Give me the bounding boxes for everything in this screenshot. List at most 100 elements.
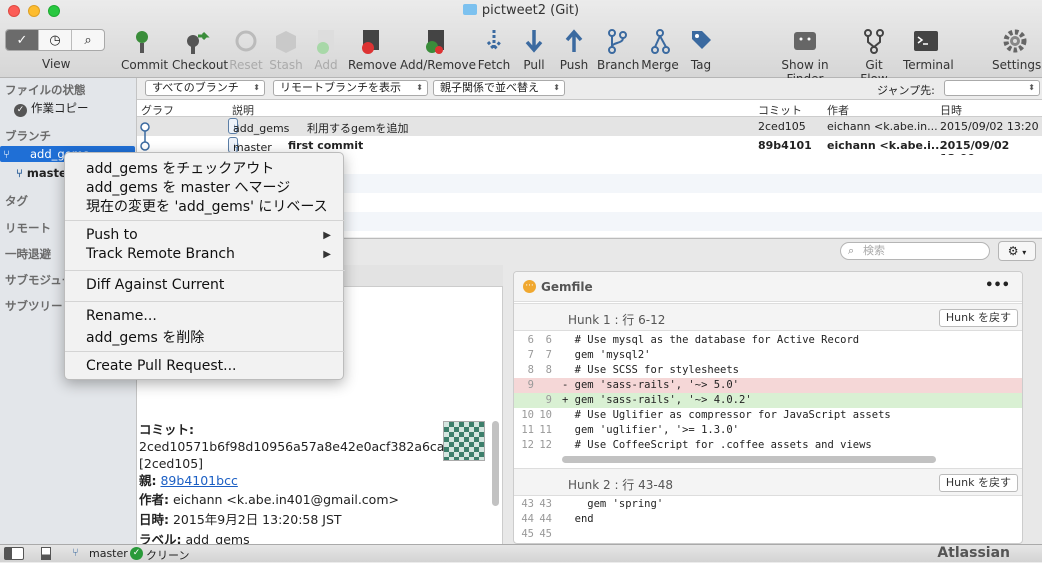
sidebar-header-remotes[interactable]: リモート xyxy=(5,220,51,236)
clock-icon[interactable]: ◷ xyxy=(39,30,72,50)
old-line-number: 11 xyxy=(521,424,534,436)
old-line-number: 7 xyxy=(527,349,534,361)
diff-line[interactable]: 88 # Use SCSS for stylesheets xyxy=(514,363,1022,378)
commit-short-hash: [2ced105] xyxy=(139,456,204,471)
old-line-number: 44 xyxy=(521,513,534,525)
file-list-scrollbar[interactable] xyxy=(492,421,499,506)
sidebar-header-tags[interactable]: タグ xyxy=(5,193,28,209)
remote-select[interactable]: リモートブランチを表示 ⬍ xyxy=(273,80,428,96)
branch-tag[interactable]: ⑂ master xyxy=(228,137,272,154)
atlassian-logo: Atlassian xyxy=(937,545,1010,561)
code-text: # Use CoffeeScript for .coffee assets an… xyxy=(562,439,872,451)
new-line-number: 7 xyxy=(545,349,552,361)
table-row[interactable]: ⑂ add_gems 利用するgemを追加 2ced105 eichann <k… xyxy=(137,117,1042,155)
fetch-button[interactable]: Fetch xyxy=(476,26,512,72)
checkmark-icon[interactable]: ✓ xyxy=(6,30,39,50)
diff-line[interactable]: 45 45 xyxy=(514,527,1022,542)
horizontal-scrollbar[interactable] xyxy=(562,456,936,463)
log-column-headers: グラフ 説明 コミット 作者 日時 xyxy=(137,100,1042,117)
sidebar-header-file-status: ファイルの状態 xyxy=(5,83,86,97)
options-button[interactable]: ⚙ ▾ xyxy=(998,241,1036,261)
file-modified-icon: ··· xyxy=(523,280,536,293)
menu-separator xyxy=(65,301,345,302)
branches-select[interactable]: すべてのブランチ ⬍ xyxy=(145,80,265,96)
menu-item-rebase[interactable]: 現在の変更を 'add_gems' にリベース xyxy=(86,196,328,216)
new-line-number: 43 xyxy=(539,498,552,510)
column-graph[interactable]: グラフ xyxy=(141,102,174,118)
branch-tag[interactable]: ⑂ add_gems xyxy=(228,118,289,135)
diff-line[interactable]: 12 12 # Use CoffeeScript for .coffee asse… xyxy=(514,438,1022,453)
tag-button[interactable]: Tag xyxy=(688,26,714,72)
sidebar-header-subtrees[interactable]: サブツリー xyxy=(5,298,63,314)
pull-button[interactable]: Pull xyxy=(519,26,549,72)
old-line-number: 6 xyxy=(527,334,534,346)
remove-icon xyxy=(348,26,394,56)
search-input[interactable]: ⌕ 検索 xyxy=(840,242,990,260)
view-segmented-control[interactable]: ✓ ◷ ⌕ xyxy=(5,29,105,51)
order-select[interactable]: 親子関係で並べ替え ⬍ xyxy=(433,80,565,96)
menu-item-rename[interactable]: Rename... xyxy=(86,308,157,324)
diff-line[interactable]: 10 10 # Use Uglifier as compressor for Ja… xyxy=(514,408,1022,423)
more-icon[interactable]: ••• xyxy=(985,278,1010,293)
window-title: pictweet2 (Git) xyxy=(0,3,1042,18)
menu-item-track-remote[interactable]: Track Remote Branch xyxy=(86,246,235,262)
search-icon[interactable]: ⌕ xyxy=(72,30,104,50)
diff-line[interactable]: 44 44 end xyxy=(514,512,1022,527)
remove-button[interactable]: Remove xyxy=(348,26,397,72)
add-button[interactable]: Add xyxy=(311,26,341,72)
show-in-finder-button[interactable]: Show in Finder xyxy=(763,26,847,86)
commit-info: コミット: 2ced10571b6f98d10956a57a8e42e0acf3… xyxy=(139,421,489,548)
sidebar-toggle-icon[interactable] xyxy=(4,547,24,560)
document-icon[interactable] xyxy=(41,547,51,560)
code-text: # Use SCSS for stylesheets xyxy=(562,364,740,376)
push-button[interactable]: Push xyxy=(558,26,590,72)
column-date[interactable]: 日時 xyxy=(940,102,962,118)
code-text: + gem 'sass-rails', '~> 4.0.2' xyxy=(562,394,752,406)
menu-item-diff-current[interactable]: Diff Against Current xyxy=(86,277,224,293)
folder-icon xyxy=(462,4,477,15)
column-author[interactable]: 作者 xyxy=(827,102,849,118)
diff-line[interactable]: 11 11 gem 'uglifier', '>= 1.3.0' xyxy=(514,423,1022,438)
terminal-button[interactable]: Terminal xyxy=(903,26,954,72)
reset-button[interactable]: Reset xyxy=(228,26,264,72)
checkout-button[interactable]: Checkout xyxy=(172,26,228,72)
old-line-number: 12 xyxy=(521,439,534,451)
discard-hunk-button[interactable]: Hunk を戻す xyxy=(938,309,1018,327)
diff-line[interactable]: 9 - gem 'sass-rails', '~> 5.0' xyxy=(514,378,1022,393)
stash-button[interactable]: Stash xyxy=(268,26,304,72)
search-icon: ⌕ xyxy=(848,244,855,257)
branch-icon: ⑂ xyxy=(72,546,79,559)
checkmark-icon: ✓ xyxy=(14,104,27,117)
parent-link[interactable]: 89b4101bcc xyxy=(160,473,237,488)
settings-button[interactable]: Settings xyxy=(992,26,1041,72)
menu-item-create-pr[interactable]: Create Pull Request... xyxy=(86,358,237,374)
hunk-title: Hunk 1 : 行 6-12 xyxy=(568,313,666,327)
diff-pane: ··· Gemfile ••• Hunk 1 : 行 6-12 Hunk を戻す… xyxy=(513,271,1023,544)
chevron-updown-icon: ⬍ xyxy=(1028,83,1035,92)
diff-line[interactable]: 66 # Use mysql as the database for Activ… xyxy=(514,333,1022,348)
sidebar-header-stash[interactable]: 一時退避 xyxy=(5,246,51,262)
menu-item-push-to[interactable]: Push to xyxy=(86,227,138,243)
menu-item-merge[interactable]: add_gems を master へマージ xyxy=(86,177,290,197)
diff-line[interactable]: 9 + gem 'sass-rails', '~> 4.0.2' xyxy=(514,393,1022,408)
code-text: gem 'mysql2' xyxy=(562,349,651,361)
discard-hunk-button[interactable]: Hunk を戻す xyxy=(938,474,1018,492)
add-remove-button[interactable]: Add/Remove xyxy=(400,26,476,72)
column-commit[interactable]: コミット xyxy=(758,102,802,118)
menu-separator xyxy=(65,351,345,352)
sidebar-item-working-copy[interactable]: ✓ 作業コピー xyxy=(14,100,89,117)
commit-button[interactable]: Commit xyxy=(121,26,168,72)
column-description[interactable]: 説明 xyxy=(232,102,254,118)
menu-item-checkout[interactable]: add_gems をチェックアウト xyxy=(86,158,274,178)
merge-icon xyxy=(641,26,679,56)
diff-line[interactable]: 77 gem 'mysql2' xyxy=(514,348,1022,363)
menu-item-delete[interactable]: add_gems を削除 xyxy=(86,327,204,347)
diff-line[interactable]: 43 43 gem 'spring' xyxy=(514,497,1022,512)
chevron-updown-icon: ⬍ xyxy=(416,83,423,92)
git-flow-button[interactable]: Git Flow xyxy=(851,26,897,86)
jump-select[interactable]: ⬍ xyxy=(944,80,1040,96)
checkout-icon xyxy=(172,26,222,56)
chevron-down-icon: ▾ xyxy=(1022,248,1027,257)
merge-button[interactable]: Merge xyxy=(641,26,679,72)
branch-button[interactable]: Branch xyxy=(597,26,639,72)
